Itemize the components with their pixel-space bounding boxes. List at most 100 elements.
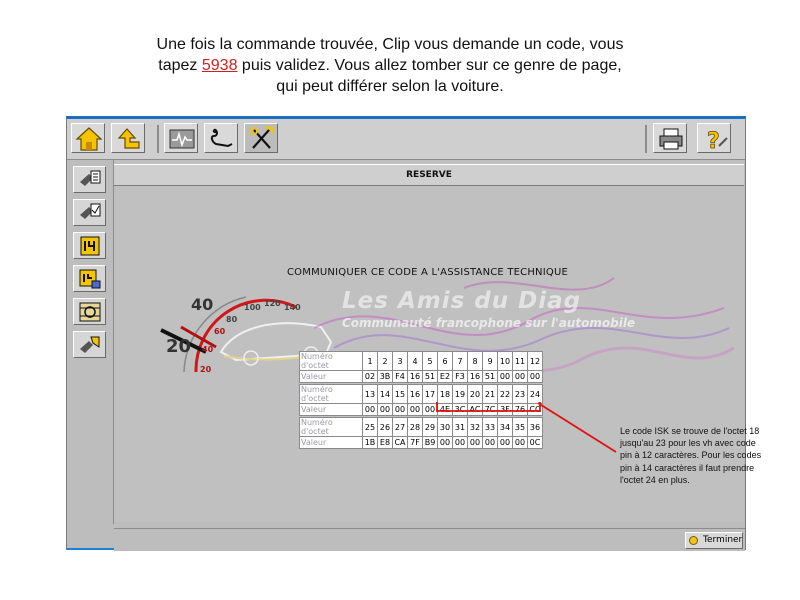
back-button[interactable] [111,123,145,153]
octet-value-row: Valeur 02 3B F4 16 51 E2 F3 16 51 00 00 00 [299,370,543,383]
octet-number-cell: 22 [497,384,513,404]
octet-number-cell: 20 [467,384,483,404]
gauge-inner-label-40: 40 [202,345,214,354]
octet-value-cell: 1B [362,436,378,449]
octet-number-cell: 19 [452,384,468,404]
octet-value-cell: 00 [377,403,393,416]
status-dot-icon [689,536,698,545]
sidebar-ecu-check-button[interactable] [73,199,106,226]
octet-number-row: Numéro d'octet 1 2 3 4 5 6 7 8 9 10 11 12 [299,351,543,371]
octet-number-row-label: Numéro d'octet [299,384,363,404]
print-button[interactable] [653,123,687,153]
measure-signal-icon [169,129,195,149]
octet-number-cell: 1 [362,351,378,371]
octet-value-cell: 00 [527,370,543,383]
help-icon: ? [707,129,728,152]
reset-icon [79,302,101,322]
octet-number-cell: 26 [377,417,393,437]
octet-number-cell: 31 [452,417,468,437]
watermark-title: Les Amis du Diag [342,288,582,314]
isk-annotation: Le code ISK se trouve de l'octet 18 jusq… [620,425,785,486]
annotation-line-1: Le code ISK se trouve de l'octet 18 [620,426,760,436]
tools-icon [250,126,274,149]
octet-number-cell: 29 [422,417,438,437]
sidebar-connector-button[interactable] [73,232,106,259]
caption-line-2-start: tapez [158,57,202,74]
diagnostic-button[interactable] [204,123,238,153]
octet-value-cell: 16 [467,370,483,383]
octet-number-cell: 23 [512,384,528,404]
octet-number-cell: 36 [527,417,543,437]
watermark-subtitle: Communauté francophone sur l'automobile [342,316,636,330]
help-button[interactable]: ? [697,123,731,153]
annotation-line-5: l'octet 24 en plus. [620,474,690,485]
octet-number-cell: 14 [377,384,393,404]
tools-button[interactable] [244,123,278,153]
octet-number-cell: 17 [422,384,438,404]
octet-value-cell: 00 [512,436,528,449]
gauge-label-120: 120 [264,299,281,308]
octet-number-cell: 2 [377,351,393,371]
status-bar: Terminer [114,528,745,551]
gauge-label-60: 60 [214,327,226,336]
octet-number-cell: 12 [527,351,543,371]
octet-value-cell: B9 [422,436,438,449]
gauge-label-100: 100 [244,303,261,312]
octet-number-cell: 7 [452,351,468,371]
octet-value-cell: 76 [512,403,528,416]
communicate-code-label: COMMUNIQUER CE CODE A L'ASSISTANCE TECHN… [287,267,568,278]
annotation-line-3: pin à 12 caractères. Pour les codes [620,450,762,461]
octet-number-cell: 24 [527,384,543,404]
octet-value-cell: 3B [377,370,393,383]
octet-table-3: Numéro d'octet 25 26 27 28 29 30 31 32 33 34 35 36 Va… [299,417,543,449]
octet-value-row: Valeur 1B E8 CA 7F B9 00 00 00 00 00 00 0C [299,436,543,449]
page-title: RESERVE [114,164,744,186]
octet-number-cell: 13 [362,384,378,404]
octet-number-cell: 4 [407,351,423,371]
octet-value-cell: E2 [437,370,453,383]
gauge-label-80: 80 [226,315,238,324]
octet-number-row: Numéro d'octet 13 14 15 16 17 18 19 20 21 22 23 24 [299,384,543,404]
octet-table-2: Numéro d'octet 13 14 15 16 17 18 19 20 21 22 23 24 Va… [299,384,543,416]
octet-number-cell: 9 [482,351,498,371]
octet-value-cell: 02 [362,370,378,383]
gauge-label-140: 140 [284,303,301,312]
sidebar-connector-lock-button[interactable] [73,265,106,292]
octet-value-row-label: Valeur [299,436,363,449]
octet-number-cell: 15 [392,384,408,404]
octet-number-cell: 5 [422,351,438,371]
octet-number-row-label: Numéro d'octet [299,417,363,437]
toolbar-separator [157,125,159,153]
octet-value-cell: 0C [527,436,543,449]
sidebar-component-button[interactable] [73,331,106,358]
component-icon [80,336,100,353]
octet-value-cell: F3 [452,370,468,383]
ecu-search-icon [80,170,101,186]
octet-number-cell: 11 [512,351,528,371]
octet-value-row: Valeur 00 00 00 00 00 4E 3C AC 7C 3F 76 CC [299,403,543,416]
octet-value-cell: 00 [482,436,498,449]
octet-value-cell: CA [392,436,408,449]
octet-value-cell: 51 [482,370,498,383]
octet-number-cell: 3 [392,351,408,371]
home-button[interactable] [71,123,105,153]
octet-number-cell: 10 [497,351,513,371]
caption: Une fois la commande trouvée, Clip vous … [80,34,700,97]
toolbar-separator-right [645,125,647,153]
sidebar-reset-button[interactable] [73,298,106,325]
home-icon [75,127,103,151]
octet-value-cell: 7F [407,436,423,449]
toolbar: ? [67,119,745,160]
terminer-button[interactable]: Terminer [685,532,743,549]
gauge-inner-label-20: 20 [200,365,212,374]
octet-value-cell: 3F [497,403,513,416]
octet-number-cell: 30 [437,417,453,437]
octet-number-cell: 28 [407,417,423,437]
octet-number-cell: 8 [467,351,483,371]
measure-button[interactable] [164,123,198,153]
ecu-check-icon [80,203,101,219]
octet-number-cell: 16 [407,384,423,404]
octet-number-cell: 35 [512,417,528,437]
printer-icon [659,128,683,150]
sidebar-ecu-search-button[interactable] [73,166,106,193]
